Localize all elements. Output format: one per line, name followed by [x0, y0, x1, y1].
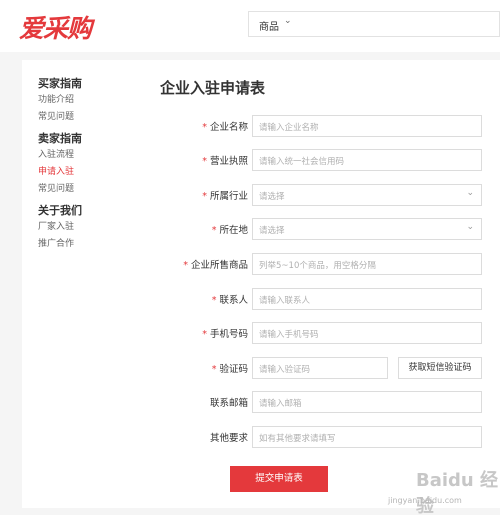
sidebar-group-title: 买家指南 [38, 77, 82, 90]
input-placeholder: 请选择 [259, 192, 285, 202]
input-placeholder: 列举5~10个商品，用空格分隔 [259, 261, 376, 271]
location-select[interactable]: 请选择 ⌄ [252, 218, 482, 240]
input-placeholder: 请输入手机号码 [259, 330, 319, 340]
top-bar: 爱采购 商品 ⌄ [0, 0, 500, 52]
field-label: * 企业名称 [202, 119, 248, 133]
required-mark: * [202, 156, 207, 167]
chevron-down-icon: ⌄ [466, 222, 474, 232]
required-mark: * [211, 364, 217, 375]
company-name-input[interactable]: 请输入企业名称 [252, 115, 482, 137]
field-other-requirements: 其他要求 如有其他要求请填写 [142, 426, 500, 448]
input-placeholder: 请输入邮箱 [259, 399, 302, 409]
field-industry: * 所属行业 请选择 ⌄ [142, 184, 500, 206]
field-label-text: 其他要求 [209, 433, 248, 444]
field-email: 联系邮箱 请输入邮箱 [142, 391, 500, 413]
main-panel: 买家指南 功能介绍 常见问题 卖家指南 入驻流程 申请入驻 常见问题 关于我们 … [22, 60, 500, 508]
input-placeholder: 请输入联系人 [259, 296, 311, 306]
submit-application-button[interactable]: 提交申请表 [230, 466, 328, 492]
field-label: * 联系人 [212, 292, 248, 306]
sidebar: 买家指南 功能介绍 常见问题 卖家指南 入驻流程 申请入驻 常见问题 关于我们 … [38, 76, 138, 253]
search-category-label: 商品 [259, 22, 279, 33]
required-mark: * [202, 329, 207, 340]
industry-select[interactable]: 请选择 ⌄ [252, 184, 482, 206]
input-placeholder: 如有其他要求请填写 [259, 434, 336, 444]
field-label-text: 企业名称 [209, 122, 248, 133]
field-label-text: 营业执照 [209, 156, 248, 167]
required-mark: * [211, 295, 217, 306]
field-label: * 验证码 [212, 361, 248, 375]
field-verification-code: * 验证码 请输入验证码 获取短信验证码 [142, 357, 500, 379]
field-label-text: 手机号码 [209, 329, 248, 340]
sidebar-item-seller-faq[interactable]: 常见问题 [38, 181, 138, 198]
field-label-text: 所属行业 [209, 191, 248, 202]
field-label: * 营业执照 [202, 153, 248, 167]
field-phone: * 手机号码 请输入手机号码 [142, 322, 500, 344]
field-label: * 企业所售商品 [183, 257, 248, 271]
field-contact: * 联系人 请输入联系人 [142, 288, 500, 310]
field-business-license: * 营业执照 请输入统一社会信用码 [142, 149, 500, 171]
sidebar-item-promotion[interactable]: 推广合作 [38, 236, 138, 253]
field-label-text: 企业所售商品 [190, 260, 248, 271]
chevron-down-icon: ⌄ [466, 188, 474, 198]
sidebar-item-apply[interactable]: 申请入驻 [38, 164, 138, 181]
sidebar-item-features[interactable]: 功能介绍 [38, 92, 138, 109]
watermark-text: Baidu 经验 [416, 470, 499, 515]
brand-logo[interactable]: 爱采购 [19, 9, 92, 45]
business-license-input[interactable]: 请输入统一社会信用码 [252, 149, 482, 171]
field-label: 联系邮箱 [210, 395, 248, 409]
field-location: * 所在地 请选择 ⌄ [142, 218, 500, 240]
contact-input[interactable]: 请输入联系人 [252, 288, 482, 310]
sidebar-group-title: 卖家指南 [38, 132, 82, 145]
field-label-text: 联系邮箱 [209, 398, 248, 409]
required-mark: * [183, 260, 188, 271]
sidebar-group-title: 关于我们 [38, 204, 82, 217]
input-placeholder: 请选择 [259, 226, 285, 236]
required-mark: * [211, 225, 217, 236]
input-placeholder: 请输入验证码 [259, 365, 311, 375]
get-sms-code-button[interactable]: 获取短信验证码 [398, 357, 482, 379]
field-label: * 手机号码 [202, 326, 248, 340]
field-products: * 企业所售商品 列举5~10个商品，用空格分隔 [142, 253, 500, 275]
input-placeholder: 请输入企业名称 [259, 123, 319, 133]
input-placeholder: 请输入统一社会信用码 [259, 157, 345, 167]
other-requirements-input[interactable]: 如有其他要求请填写 [252, 426, 482, 448]
field-label: 其他要求 [210, 430, 248, 444]
sidebar-item-buyer-faq[interactable]: 常见问题 [38, 109, 138, 126]
phone-input[interactable]: 请输入手机号码 [252, 322, 482, 344]
verification-code-input[interactable]: 请输入验证码 [252, 357, 388, 379]
field-label-text: 所在地 [219, 225, 248, 236]
watermark-url: jingyan.baidu.com [388, 496, 462, 505]
watermark: Baidu 经验 jingyan.baidu.com [380, 462, 500, 515]
sidebar-item-onboarding-process[interactable]: 入驻流程 [38, 147, 138, 164]
field-label-text: 验证码 [219, 364, 248, 375]
chevron-down-icon: ⌄ [284, 16, 292, 26]
field-label: * 所在地 [212, 222, 248, 236]
field-label-text: 联系人 [219, 295, 248, 306]
required-mark: * [202, 191, 207, 202]
search-category-select[interactable]: 商品 ⌄ [248, 11, 500, 37]
required-mark: * [202, 122, 207, 133]
field-label: * 所属行业 [202, 188, 248, 202]
email-input[interactable]: 请输入邮箱 [252, 391, 482, 413]
products-input[interactable]: 列举5~10个商品，用空格分隔 [252, 253, 482, 275]
sidebar-item-manufacturer-join[interactable]: 厂家入驻 [38, 219, 138, 236]
field-company-name: * 企业名称 请输入企业名称 [142, 115, 500, 137]
form-title: 企业入驻申请表 [160, 79, 266, 97]
